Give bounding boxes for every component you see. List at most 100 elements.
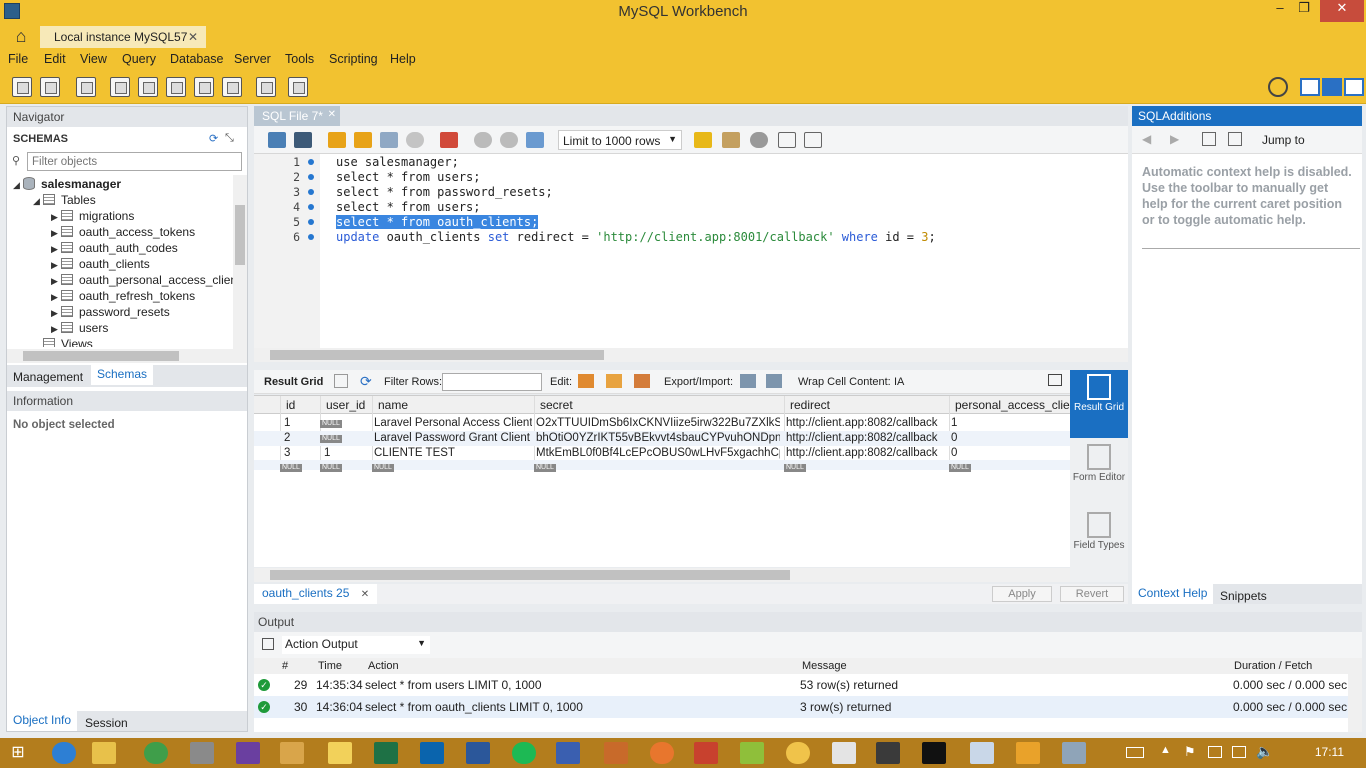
cell-name[interactable]: Laravel Personal Access Client (374, 417, 532, 429)
apply-button[interactable]: Apply (992, 586, 1052, 602)
null-badge[interactable]: NULL (949, 464, 971, 472)
execute-icon[interactable] (328, 132, 346, 148)
table-node[interactable]: ▶ oauth_clients (51, 257, 150, 273)
expand-arrow-icon[interactable]: ▶ (51, 228, 61, 239)
mysql-workbench-taskbar-icon[interactable] (280, 742, 304, 764)
scrollbar-thumb[interactable] (270, 350, 604, 360)
expand-arrow-icon[interactable]: ▶ (51, 324, 61, 335)
beautify-icon[interactable] (722, 132, 740, 148)
expand-arrow-icon[interactable]: ▶ (51, 244, 61, 255)
wrap-cell-icon[interactable]: IA (894, 376, 904, 388)
settings-gear-icon[interactable] (1268, 77, 1288, 97)
refresh-icon[interactable]: ⟳ (360, 373, 372, 390)
tab-schemas[interactable]: Schemas (91, 365, 154, 385)
cell-id[interactable]: 2 (284, 432, 290, 444)
create-schema-icon[interactable] (110, 77, 130, 97)
network-tool-icon[interactable] (1062, 742, 1086, 764)
revert-button[interactable]: Revert (1060, 586, 1124, 602)
null-badge[interactable]: NULL (320, 464, 342, 472)
close-tab-icon[interactable]: ✕ (361, 589, 369, 600)
collapse-arrow-icon[interactable]: ◢ (13, 180, 23, 191)
toggle-secondary-sidebar-icon[interactable] (1344, 78, 1364, 96)
connection-tab[interactable]: Local instance MySQL57 ✕ (40, 26, 206, 48)
menu-tools[interactable]: Tools (285, 52, 314, 66)
menu-database[interactable]: Database (170, 52, 224, 66)
grid-icon[interactable] (334, 374, 348, 388)
flag-icon[interactable]: ⚑ (1184, 744, 1196, 760)
cell-id[interactable]: 1 (284, 417, 290, 429)
limit-rows-select[interactable]: Limit to 1000 rows ▼ (558, 130, 682, 150)
navigator-vertical-scrollbar[interactable] (233, 175, 247, 349)
table-row[interactable]: 2 NULL Laravel Password Grant Client bhO… (254, 431, 1070, 446)
network-icon[interactable] (1232, 746, 1246, 758)
expand-arrow-icon[interactable]: ▶ (51, 212, 61, 223)
scrollbar-thumb[interactable] (235, 205, 245, 265)
menu-view[interactable]: View (80, 52, 107, 66)
toggle-panel-icon[interactable] (1048, 374, 1062, 386)
filter-objects-input[interactable] (27, 152, 242, 171)
close-tab-icon[interactable]: ✕ (328, 109, 336, 120)
notes-icon[interactable] (970, 742, 994, 764)
cell-redirect[interactable]: http://client.app:8082/callback (786, 432, 946, 444)
word-wrap-icon[interactable] (804, 132, 822, 148)
invisible-chars-icon[interactable] (778, 132, 796, 148)
file-explorer-icon[interactable] (92, 742, 116, 764)
tab-snippets[interactable]: Snippets (1214, 587, 1273, 605)
cell-id[interactable]: 3 (284, 447, 290, 459)
minimize-button[interactable]: – (1268, 0, 1292, 22)
filter-rows-input[interactable] (442, 373, 542, 391)
result-grid-button[interactable]: Result Grid (1070, 370, 1128, 438)
file-manager-icon[interactable] (604, 742, 628, 764)
import-icon[interactable] (766, 374, 782, 388)
menu-server[interactable]: Server (234, 52, 271, 66)
field-types-button[interactable]: Field Types (1070, 508, 1128, 574)
column-header[interactable]: name (378, 398, 408, 412)
expand-arrow-icon[interactable]: ▶ (51, 308, 61, 319)
table-node[interactable]: ▶ oauth_auth_codes (51, 241, 178, 257)
column-header[interactable]: user_id (326, 398, 365, 412)
search-table-data-icon[interactable] (256, 77, 276, 97)
spotify-icon[interactable] (512, 742, 536, 764)
rollback-icon[interactable] (500, 132, 518, 148)
word-icon[interactable] (466, 742, 490, 764)
scrollbar-thumb[interactable] (270, 570, 790, 580)
autocommit-icon[interactable] (526, 132, 544, 148)
table-node[interactable]: ▶ oauth_refresh_tokens (51, 289, 195, 305)
outlook-icon[interactable] (420, 742, 444, 764)
delete-row-icon[interactable] (634, 374, 650, 388)
remote-desktop-icon[interactable] (556, 742, 580, 764)
excel-icon[interactable] (374, 742, 398, 764)
sql-editor[interactable]: 1 2 3 4 5 6 use salesmanager; select * f… (254, 154, 1128, 348)
notepad-icon[interactable] (328, 742, 352, 764)
table-row[interactable]: 3 1 CLIENTE TEST MtkEmBL0f0Bf4LcEPcOBUS0… (254, 446, 1070, 461)
jump-to-select[interactable]: Jump to (1262, 133, 1305, 147)
table-node[interactable]: ▶ users (51, 321, 108, 337)
copy-icon[interactable] (262, 638, 274, 650)
cell-personal-access-client[interactable]: 0 (951, 432, 957, 444)
tab-management[interactable]: Management (7, 368, 89, 386)
collapse-arrow-icon[interactable]: ◢ (33, 196, 43, 207)
toggle-sidebar-icon[interactable] (1300, 78, 1320, 96)
cell-secret[interactable]: bhOtiO0YZrIKT55vBEkvvt4sbauCYPvuhONDpnBv (536, 432, 780, 444)
command-prompt-icon[interactable] (922, 742, 946, 764)
add-snippet-icon[interactable] (694, 132, 712, 148)
windows-start-icon[interactable]: ⊞ (6, 742, 30, 764)
commit-icon[interactable] (474, 132, 492, 148)
output-vertical-scrollbar[interactable] (1348, 658, 1362, 732)
inspector-icon[interactable] (76, 77, 96, 97)
open-file-icon[interactable] (268, 132, 286, 148)
firefox-icon[interactable] (650, 742, 674, 764)
collapse-schemas-icon[interactable]: ⤡ (225, 132, 234, 145)
form-editor-button[interactable]: Form Editor (1070, 440, 1128, 506)
export-icon[interactable] (740, 374, 756, 388)
media-icon[interactable] (876, 742, 900, 764)
editor-horizontal-scrollbar[interactable] (254, 348, 1128, 362)
paint-icon[interactable] (786, 742, 810, 764)
calculator-icon[interactable] (832, 742, 856, 764)
cell-secret[interactable]: O2xTTUUIDmSb6IxCKNVIiize5irw322Bu7ZXlkSM (536, 417, 780, 429)
column-header[interactable]: redirect (790, 398, 830, 412)
grid-horizontal-scrollbar[interactable] (254, 568, 1070, 582)
cell-redirect[interactable]: http://client.app:8082/callback (786, 447, 946, 459)
scrollbar-thumb[interactable] (23, 351, 179, 361)
navigator-horizontal-scrollbar[interactable] (7, 349, 247, 363)
